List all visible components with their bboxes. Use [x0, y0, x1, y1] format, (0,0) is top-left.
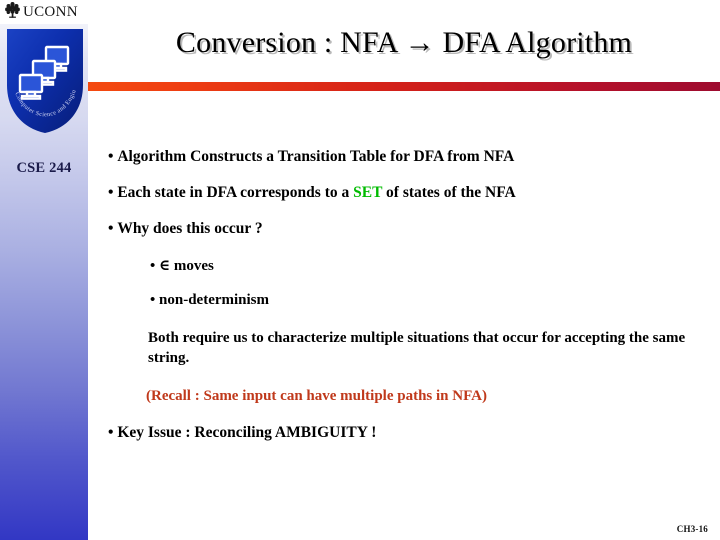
title-divider-bar: [88, 82, 720, 91]
slide-body: Algorithm Constructs a Transition Table …: [100, 140, 712, 490]
presentation-slide: UCONN Computer Science and Engin CSE 244…: [0, 0, 720, 540]
uconn-wordmark: UCONN: [0, 0, 88, 24]
bullet-each-state-prefix: Each state in DFA corresponds to a: [117, 184, 354, 201]
slide-number: CH3-16: [676, 524, 708, 534]
slide-sidebar: UCONN Computer Science and Engin CSE 244: [0, 0, 88, 540]
uconn-wordmark-text: UCONN: [23, 3, 78, 20]
recall-note: (Recall : Same input can have multiple p…: [146, 388, 487, 404]
bullet-epsilon-moves: ∈ moves: [150, 256, 214, 275]
paragraph-both-require: Both require us to characterize multiple…: [148, 330, 686, 367]
page-title: Conversion : NFA → DFA Algorithm: [175, 26, 633, 59]
bullet-non-determinism: non-determinism: [150, 292, 269, 309]
bullet-each-state-suffix: of states of the NFA: [382, 184, 516, 201]
highlight-set: SET: [353, 184, 383, 201]
bullet-each-state: • Each state in DFA corresponds to a SET…: [108, 184, 516, 201]
bullet-key-issue: Key Issue : Reconciling AMBIGUITY !: [108, 424, 376, 442]
cse-shield-logo: Computer Science and Engineering: [3, 22, 85, 135]
bullet-algorithm-constructs: Algorithm Constructs a Transition Table …: [108, 148, 514, 166]
course-label: CSE 244: [16, 160, 72, 176]
uconn-oak-tree-icon: [5, 1, 20, 23]
bullet-why-does-this-occur: Why does this occur ?: [108, 220, 262, 238]
